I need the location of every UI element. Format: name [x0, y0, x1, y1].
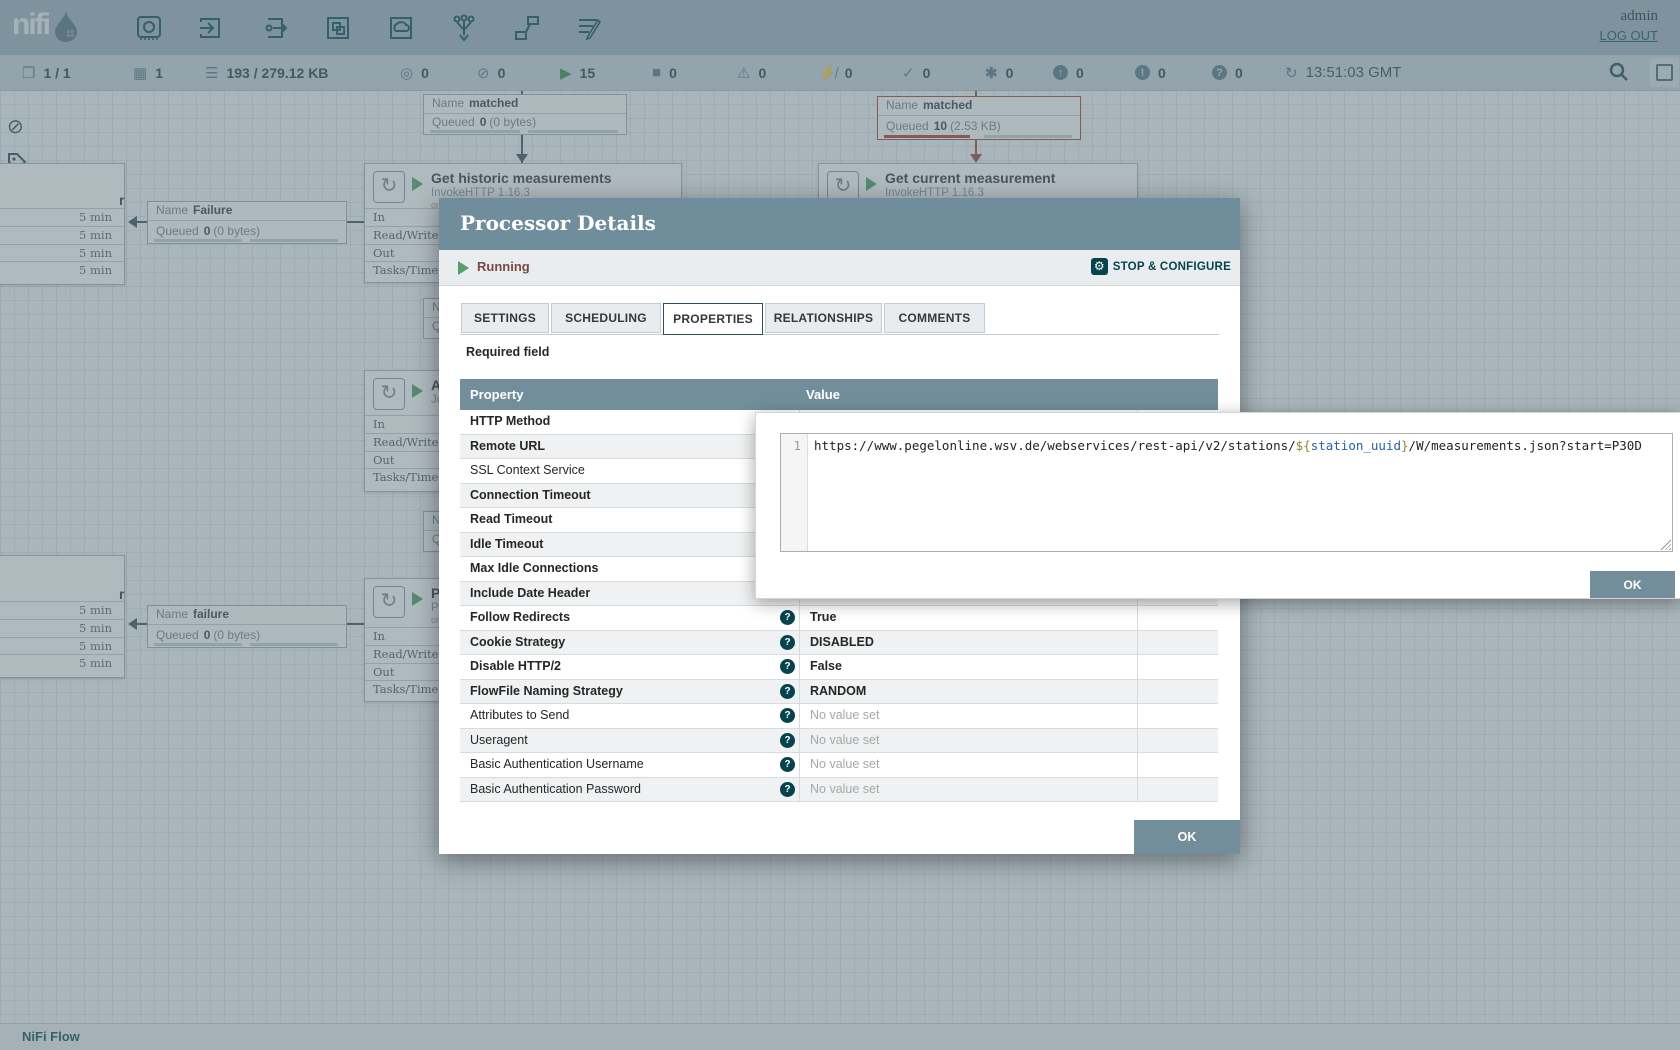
help-icon[interactable]: ?	[780, 733, 795, 748]
el-close: }	[1401, 438, 1409, 453]
value-column-header: Value	[806, 387, 840, 402]
help-icon[interactable]: ?	[780, 757, 795, 772]
tab-comments[interactable]: COMMENTS	[884, 303, 985, 333]
help-icon[interactable]: ?	[780, 610, 795, 625]
dialog-ok-button[interactable]: OK	[1134, 820, 1240, 854]
table-row: Basic Authentication Password?No value s…	[460, 778, 1218, 803]
table-row: Basic Authentication Username?No value s…	[460, 753, 1218, 778]
tab-relationships[interactable]: RELATIONSHIPS	[765, 303, 882, 333]
dialog-status-row: Running ⚙ STOP & CONFIGURE	[439, 250, 1240, 286]
table-row: Useragent?No value set	[460, 729, 1218, 754]
table-row: Attributes to Send?No value set	[460, 704, 1218, 729]
tab-properties[interactable]: PROPERTIES	[663, 303, 763, 335]
nifi-app: ⊘ r In5 min Read/Write5 min Out5 min Tas…	[0, 0, 1680, 1050]
tab-scheduling[interactable]: SCHEDULING	[551, 303, 661, 333]
running-state: Running	[477, 259, 530, 274]
property-value-editor: 1 https://www.pegelonline.wsv.de/webserv…	[755, 412, 1680, 599]
el-open: ${	[1296, 438, 1311, 453]
help-icon[interactable]: ?	[780, 708, 795, 723]
dialog-header: Processor Details	[439, 198, 1240, 250]
resize-handle[interactable]	[1660, 539, 1671, 550]
property-column-header: Property	[470, 387, 523, 402]
help-icon[interactable]: ?	[780, 684, 795, 699]
running-icon	[458, 261, 469, 275]
table-row: Disable HTTP/2?False	[460, 655, 1218, 680]
help-icon[interactable]: ?	[780, 659, 795, 674]
table-row: FlowFile Naming Strategy?RANDOM	[460, 680, 1218, 705]
code-editor[interactable]: 1 https://www.pegelonline.wsv.de/webserv…	[780, 433, 1673, 552]
tab-settings[interactable]: SETTINGS	[461, 303, 549, 333]
dialog-title: Processor Details	[460, 211, 656, 235]
dialog-tabs: SETTINGS SCHEDULING PROPERTIES RELATIONS…	[460, 303, 1219, 335]
help-icon[interactable]: ?	[780, 782, 795, 797]
line-number-gutter: 1	[781, 434, 808, 551]
stop-configure-icon: ⚙	[1091, 258, 1108, 275]
stop-and-configure-button[interactable]: ⚙ STOP & CONFIGURE	[1091, 258, 1231, 275]
help-icon[interactable]: ?	[780, 635, 795, 650]
el-variable: station_uuid	[1311, 438, 1401, 453]
table-row: Cookie Strategy?DISABLED	[460, 631, 1218, 656]
properties-table-header: Property Value	[460, 379, 1218, 410]
table-row: Follow Redirects?True	[460, 606, 1218, 631]
editor-ok-button[interactable]: OK	[1590, 571, 1675, 598]
remote-url-value[interactable]: https://www.pegelonline.wsv.de/webservic…	[814, 438, 1666, 453]
required-field-note: Required field	[466, 345, 549, 359]
